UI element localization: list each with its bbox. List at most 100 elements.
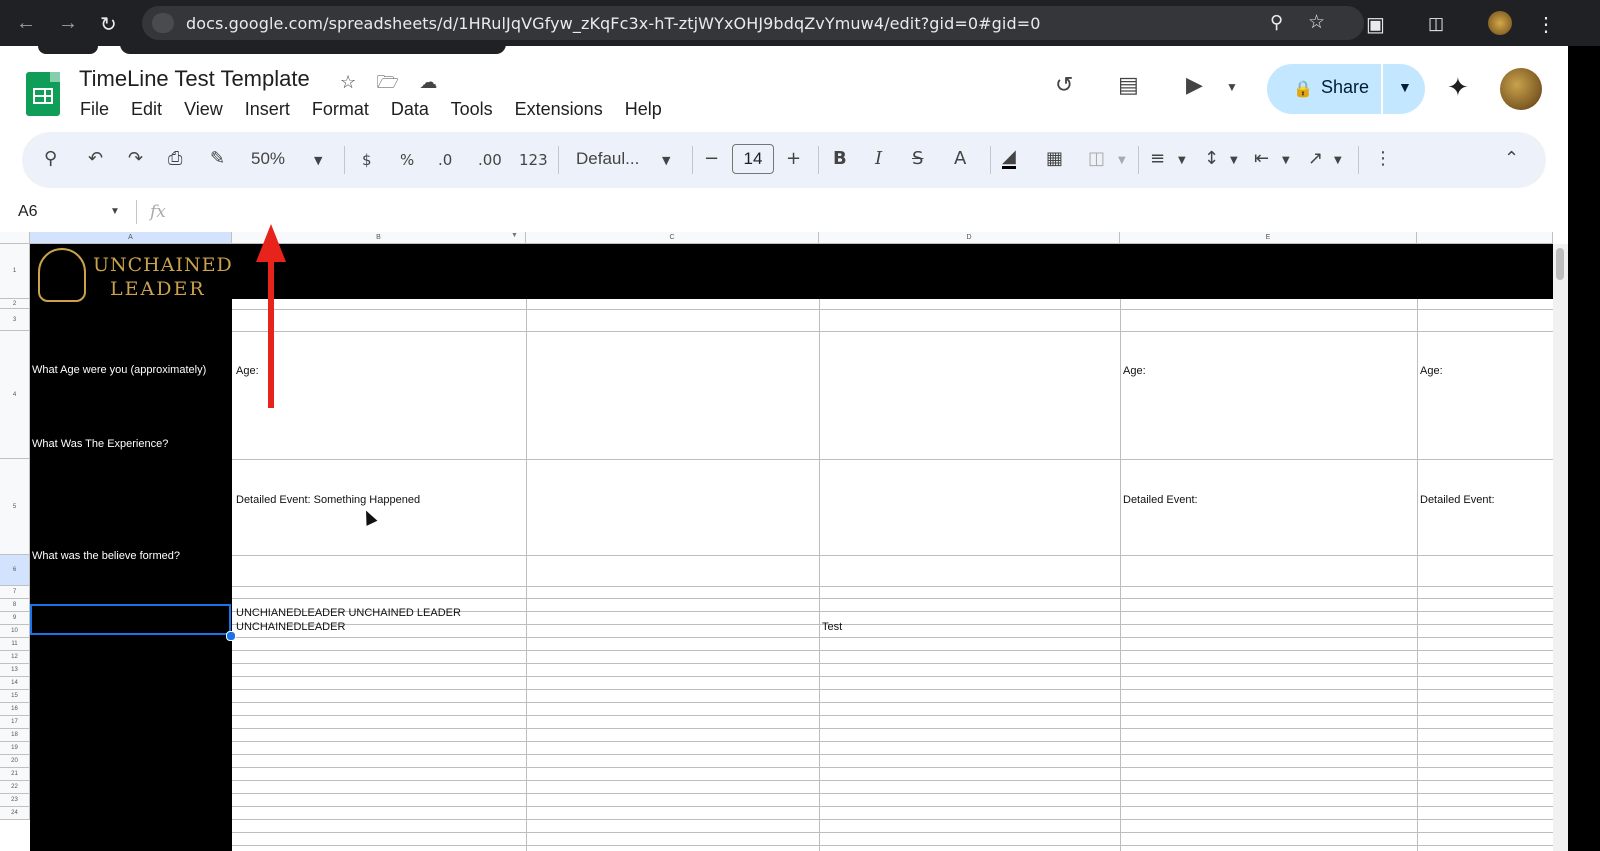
name-box[interactable]: A6 bbox=[18, 203, 38, 221]
share-dropdown-icon[interactable]: ▼ bbox=[1398, 79, 1412, 95]
merge-cells-icon[interactable]: ◫ bbox=[1088, 148, 1105, 169]
row-header[interactable]: 12 bbox=[0, 651, 30, 664]
browser-menu-icon[interactable]: ⋮ bbox=[1536, 12, 1556, 37]
account-avatar[interactable] bbox=[1500, 68, 1542, 110]
cast-icon[interactable]: ◫ bbox=[1428, 14, 1444, 34]
font-size-input[interactable]: 14 bbox=[732, 144, 774, 174]
extensions-icon[interactable]: ▣ bbox=[1366, 12, 1385, 37]
row-header[interactable]: 16 bbox=[0, 703, 30, 716]
increase-font-size-icon[interactable]: + bbox=[786, 148, 801, 169]
sheet-grid[interactable]: A B C D E ▼ UNCHAINED LEADER 1 2 3 4 5 6… bbox=[0, 232, 1568, 851]
row-header[interactable]: 3 bbox=[0, 309, 30, 331]
row-header[interactable]: 11 bbox=[0, 638, 30, 651]
print-icon[interactable]: ⎙ bbox=[168, 148, 182, 169]
currency-format-button[interactable]: $ bbox=[362, 151, 372, 169]
gemini-icon[interactable]: ✦ bbox=[1447, 72, 1469, 103]
row-header[interactable]: 2 bbox=[0, 299, 30, 309]
decrease-decimal-button[interactable]: .0 bbox=[438, 151, 452, 169]
bold-button[interactable]: B bbox=[833, 148, 847, 169]
percent-format-button[interactable]: % bbox=[400, 151, 414, 169]
rotation-dropdown-icon[interactable]: ▼ bbox=[1334, 155, 1342, 166]
redo-icon[interactable]: ↷ bbox=[128, 148, 143, 169]
italic-button[interactable]: I bbox=[875, 148, 882, 169]
row-header[interactable]: 13 bbox=[0, 664, 30, 677]
vertical-align-icon[interactable]: ↕ bbox=[1204, 148, 1219, 169]
cell-a5[interactable]: What was the believe formed? bbox=[32, 550, 180, 562]
vertical-scrollbar[interactable] bbox=[1553, 244, 1568, 851]
cell-b6-line1[interactable]: UNCHIANEDLEADER UNCHAINED LEADER bbox=[236, 607, 461, 619]
menu-view[interactable]: View bbox=[184, 99, 223, 119]
collapse-menu-icon[interactable]: ⌃ bbox=[1504, 148, 1519, 169]
profile-avatar-icon[interactable] bbox=[1488, 11, 1512, 35]
row-header[interactable]: 24 bbox=[0, 807, 30, 820]
meet-dropdown-icon[interactable]: ▼ bbox=[1226, 80, 1238, 94]
column-header-d[interactable]: D bbox=[819, 232, 1120, 244]
decrease-font-size-icon[interactable]: − bbox=[704, 148, 719, 169]
merge-dropdown-icon[interactable]: ▼ bbox=[1118, 155, 1126, 166]
forward-icon[interactable]: → bbox=[58, 12, 78, 35]
name-box-dropdown-icon[interactable]: ▼ bbox=[110, 206, 120, 217]
paint-format-icon[interactable]: ✎ bbox=[210, 148, 225, 169]
row-header[interactable]: 4 bbox=[0, 331, 30, 459]
row-header[interactable]: 8 bbox=[0, 599, 30, 612]
row-header[interactable]: 7 bbox=[0, 586, 30, 599]
cell-e4[interactable]: Detailed Event: bbox=[1123, 494, 1198, 506]
row-header[interactable]: 22 bbox=[0, 781, 30, 794]
formula-input[interactable] bbox=[180, 198, 1560, 226]
active-cell-a6[interactable] bbox=[30, 604, 231, 635]
borders-icon[interactable]: ▦ bbox=[1046, 148, 1063, 169]
select-all-corner[interactable] bbox=[0, 232, 30, 244]
address-bar[interactable]: docs.google.com/spreadsheets/d/1HRulJqVG… bbox=[142, 6, 1364, 40]
font-dropdown-icon[interactable]: ▼ bbox=[662, 154, 670, 167]
cell-b6-line2[interactable]: UNCHAINEDLEADER bbox=[236, 621, 345, 633]
column-header-f[interactable] bbox=[1417, 232, 1553, 244]
more-options-icon[interactable]: ⋮ bbox=[1374, 148, 1392, 169]
document-title[interactable]: TimeLine Test Template bbox=[79, 66, 310, 92]
version-history-icon[interactable]: ↺ bbox=[1055, 72, 1073, 98]
menu-file[interactable]: File bbox=[80, 99, 109, 119]
font-select[interactable]: Defaul... bbox=[576, 149, 639, 169]
cell-e3[interactable]: Age: bbox=[1123, 365, 1146, 377]
increase-decimal-button[interactable]: .00 bbox=[478, 151, 502, 169]
cell-d6[interactable]: Test bbox=[822, 621, 842, 633]
row-header[interactable]: 1 bbox=[0, 244, 30, 299]
column-header-e[interactable]: E bbox=[1120, 232, 1417, 244]
text-color-button[interactable]: A bbox=[954, 148, 966, 169]
menu-extensions[interactable]: Extensions bbox=[515, 99, 603, 119]
comments-icon[interactable]: ▤ bbox=[1118, 72, 1139, 98]
star-icon[interactable]: ☆ bbox=[340, 72, 356, 93]
undo-icon[interactable]: ↶ bbox=[88, 148, 103, 169]
cell-f3[interactable]: Age: bbox=[1420, 365, 1443, 377]
row-header[interactable]: 15 bbox=[0, 690, 30, 703]
bookmark-star-icon[interactable]: ☆ bbox=[1308, 11, 1325, 34]
text-wrapping-icon[interactable]: ⇤ bbox=[1254, 148, 1269, 169]
wrap-dropdown-icon[interactable]: ▼ bbox=[1282, 155, 1290, 166]
row-header[interactable]: 20 bbox=[0, 755, 30, 768]
cell-a3[interactable]: What Age were you (approximately) bbox=[32, 364, 206, 376]
cell-a4[interactable]: What Was The Experience? bbox=[32, 438, 168, 450]
zoom-dropdown-icon[interactable]: ▼ bbox=[314, 154, 322, 167]
site-info-icon[interactable] bbox=[152, 13, 174, 33]
meet-camera-icon[interactable]: ▶ bbox=[1186, 72, 1203, 98]
horizontal-align-icon[interactable]: ≡ bbox=[1150, 148, 1165, 169]
menu-help[interactable]: Help bbox=[625, 99, 662, 119]
column-menu-icon[interactable]: ▼ bbox=[511, 232, 518, 239]
row-header[interactable]: 19 bbox=[0, 742, 30, 755]
halign-dropdown-icon[interactable]: ▼ bbox=[1178, 155, 1186, 166]
zoom-page-icon[interactable]: ⚲ bbox=[1270, 12, 1283, 33]
row-header[interactable]: 18 bbox=[0, 729, 30, 742]
share-button[interactable]: 🔒 Share ▼ bbox=[1267, 64, 1425, 114]
back-icon[interactable]: ← bbox=[16, 12, 36, 35]
fill-color-icon[interactable]: ◢ bbox=[1002, 148, 1016, 169]
row-header[interactable]: 9 bbox=[0, 612, 30, 625]
scrollbar-thumb[interactable] bbox=[1556, 248, 1564, 280]
reload-icon[interactable]: ↻ bbox=[100, 12, 117, 37]
cell-f4[interactable]: Detailed Event: bbox=[1420, 494, 1495, 506]
cell-b4[interactable]: Detailed Event: Something Happened bbox=[236, 494, 420, 506]
cloud-status-icon[interactable]: ☁ bbox=[419, 72, 437, 93]
row-header[interactable]: 23 bbox=[0, 794, 30, 807]
column-header-a[interactable]: A bbox=[30, 232, 232, 244]
text-rotation-icon[interactable]: ↗ bbox=[1308, 148, 1323, 169]
more-formats-button[interactable]: 123 bbox=[519, 151, 548, 169]
row-header[interactable]: 6 bbox=[0, 555, 30, 586]
